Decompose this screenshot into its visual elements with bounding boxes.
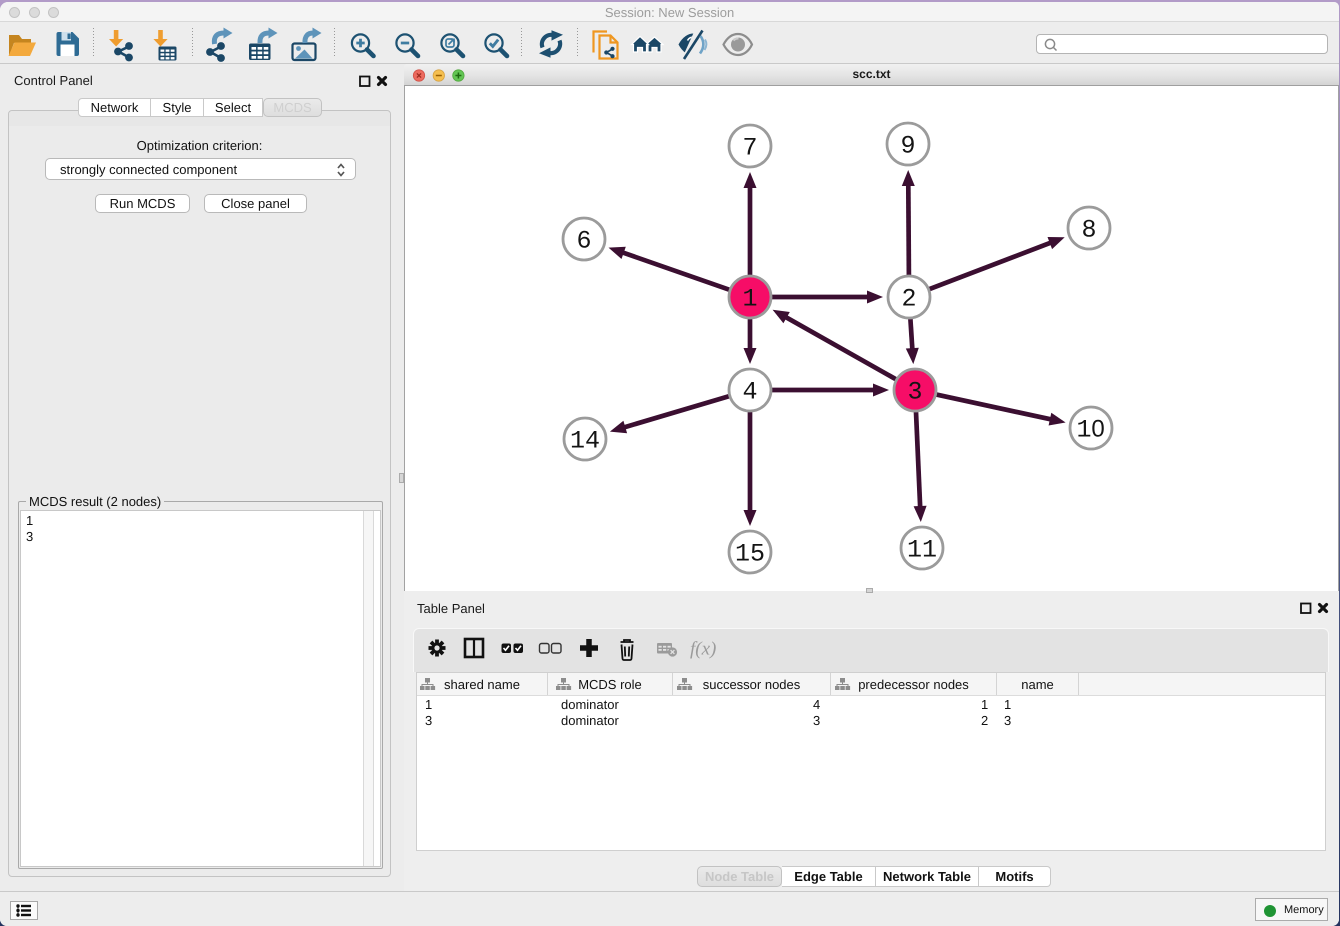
svg-text:0: 0: [1091, 416, 1104, 443]
svg-text:1: 1: [1076, 416, 1091, 445]
svg-text:9: 9: [900, 132, 915, 161]
svg-text:4: 4: [742, 378, 757, 407]
svg-text:1: 1: [742, 285, 757, 314]
svg-text:15: 15: [735, 540, 765, 569]
svg-text:14: 14: [570, 427, 600, 456]
svg-text:f(x): f(x): [690, 639, 716, 660]
svg-text:8: 8: [1081, 216, 1096, 245]
svg-text:11: 11: [907, 536, 937, 565]
svg-text:2: 2: [901, 285, 916, 314]
svg-text:3: 3: [907, 378, 922, 407]
svg-text:6: 6: [576, 227, 591, 256]
svg-text:7: 7: [742, 134, 757, 163]
